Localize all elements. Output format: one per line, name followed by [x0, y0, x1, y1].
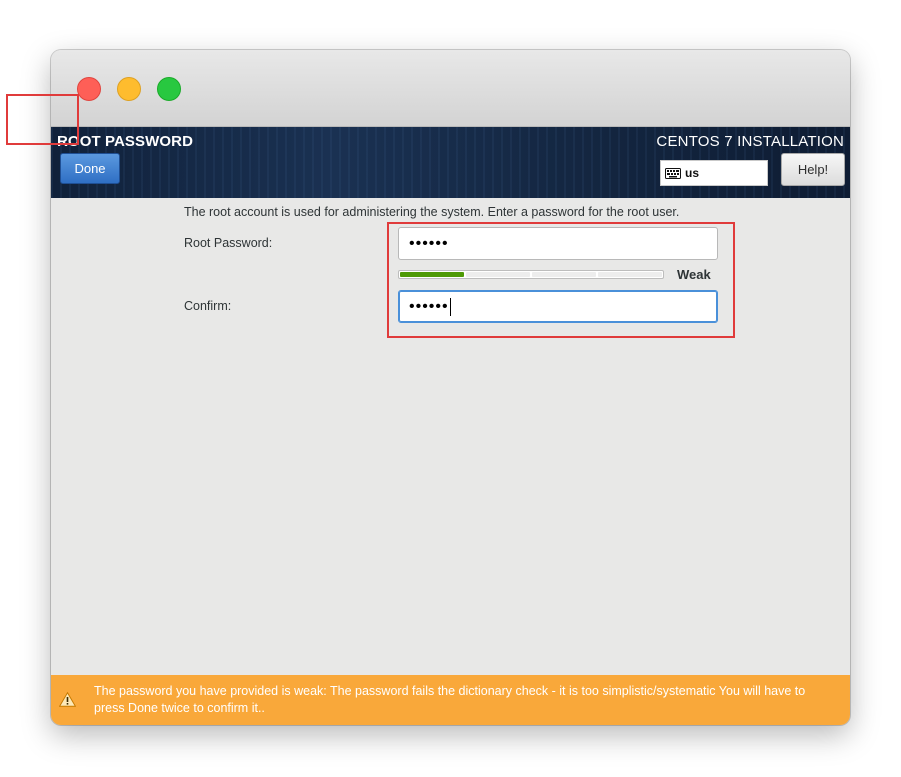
keyboard-icon — [665, 167, 681, 179]
product-title: CENTOS 7 INSTALLATION — [656, 133, 844, 150]
done-highlight-box — [6, 94, 79, 145]
installer-window: ROOT PASSWORD Done CENTOS 7 INSTALLATION… — [51, 50, 850, 725]
window-titlebar — [51, 50, 850, 127]
warning-bar[interactable]: The password you have provided is weak: … — [51, 675, 850, 725]
maximize-window-button[interactable] — [157, 77, 181, 101]
password-fields-highlight-box — [387, 222, 735, 338]
form-description: The root account is used for administeri… — [184, 205, 680, 219]
installer-header: ROOT PASSWORD Done CENTOS 7 INSTALLATION… — [51, 127, 850, 198]
keyboard-layout-indicator[interactable]: us — [660, 160, 768, 186]
warning-triangle-icon — [59, 692, 76, 707]
confirm-password-label: Confirm: — [184, 299, 232, 313]
minimize-window-button[interactable] — [117, 77, 141, 101]
keyboard-layout-label: us — [685, 166, 700, 180]
root-password-label: Root Password: — [184, 236, 273, 250]
warning-message: The password you have provided is weak: … — [94, 684, 806, 715]
close-window-button[interactable] — [77, 77, 101, 101]
done-button[interactable]: Done — [60, 153, 120, 184]
help-button[interactable]: Help! — [781, 153, 845, 186]
